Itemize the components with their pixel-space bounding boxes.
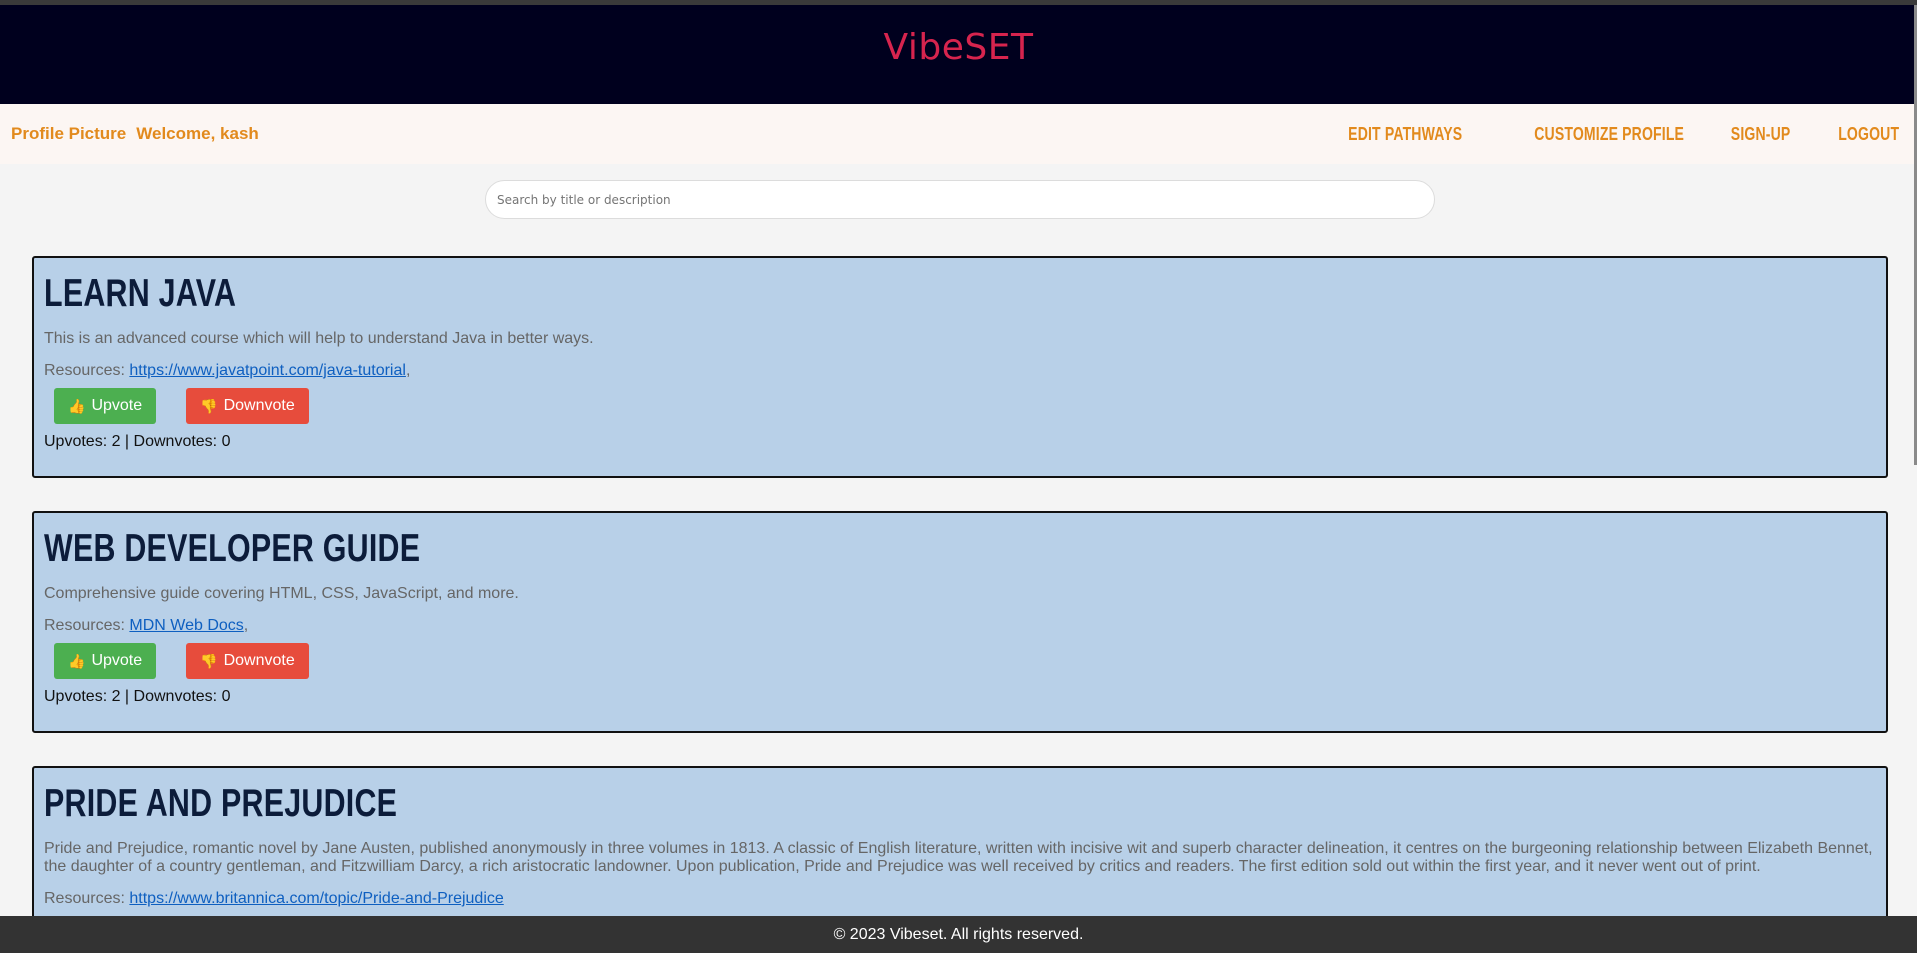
card-title: Pride and Prejudice (44, 782, 398, 825)
pathway-card: Pride and Prejudice Pride and Prejudice,… (32, 766, 1888, 926)
card-description: Pride and Prejudice, romantic novel by J… (44, 840, 1873, 875)
site-header: VibeSET (0, 5, 1917, 104)
vote-counts: Upvotes: 2 | Downvotes: 0 (44, 688, 231, 705)
nav-user-area: Profile Picture Welcome, kash (0, 124, 259, 144)
vote-counts: Upvotes: 2 | Downvotes: 0 (44, 433, 231, 450)
downvote-label: Downvote (223, 397, 295, 414)
resources-label: Resources: (44, 362, 125, 379)
nav-link-edit-pathways[interactable]: Edit Pathways (1348, 124, 1462, 145)
resource-link[interactable]: MDN Web Docs (129, 617, 243, 634)
thumbs-down-icon: 👎 (200, 652, 218, 669)
site-footer: © 2023 Vibeset. All rights reserved. (0, 916, 1917, 953)
vote-buttons: 👍 Upvote 👎 Downvote (54, 388, 1876, 424)
nav-link-sign-up[interactable]: Sign-Up (1731, 124, 1791, 145)
card-resources: Resources: https://www.javatpoint.com/ja… (44, 362, 1876, 380)
resource-separator: , (243, 617, 249, 634)
pathway-card: Web Developer Guide Comprehensive guide … (32, 511, 1888, 733)
thumbs-down-icon: 👎 (200, 397, 218, 414)
vote-buttons: 👍 Upvote 👎 Downvote (54, 643, 1876, 679)
card-resources: Resources: MDN Web Docs, (44, 617, 1876, 635)
card-title: Web Developer Guide (44, 527, 421, 570)
top-nav: Profile Picture Welcome, kash Edit Pathw… (0, 104, 1917, 164)
upvote-label: Upvote (91, 397, 143, 414)
welcome-text: Welcome, kash (136, 124, 259, 143)
resource-link[interactable]: https://www.britannica.com/topic/Pride-a… (129, 890, 503, 907)
brand-logo[interactable]: VibeSET (884, 27, 1034, 68)
profile-picture[interactable]: Profile Picture (11, 124, 126, 144)
resources-label: Resources: (44, 617, 125, 634)
resource-link[interactable]: https://www.javatpoint.com/java-tutorial (129, 362, 406, 379)
downvote-button[interactable]: 👎 Downvote (186, 388, 309, 424)
card-resources: Resources: https://www.britannica.com/to… (44, 890, 1876, 908)
upvote-label: Upvote (91, 652, 143, 669)
resources-label: Resources: (44, 890, 125, 907)
card-description: This is an advanced course which will he… (44, 330, 594, 347)
search-bar (485, 180, 1435, 219)
downvote-button[interactable]: 👎 Downvote (186, 643, 309, 679)
copyright-text: © 2023 Vibeset. All rights reserved. (833, 925, 1084, 943)
upvote-button[interactable]: 👍 Upvote (54, 388, 157, 424)
nav-links: Edit Pathways Customize Profile Sign-Up … (1316, 124, 1917, 145)
upvote-button[interactable]: 👍 Upvote (54, 643, 157, 679)
card-title: Learn Java (44, 272, 237, 315)
resource-separator: , (405, 362, 411, 379)
downvote-label: Downvote (223, 652, 295, 669)
search-input[interactable] (485, 180, 1435, 219)
thumbs-up-icon: 👍 (68, 397, 86, 414)
nav-link-customize-profile[interactable]: Customize Profile (1535, 124, 1685, 145)
pathway-card: Learn Java This is an advanced course wh… (32, 256, 1888, 478)
nav-link-logout[interactable]: Logout (1838, 124, 1899, 145)
thumbs-up-icon: 👍 (68, 652, 86, 669)
card-description: Comprehensive guide covering HTML, CSS, … (44, 585, 519, 602)
